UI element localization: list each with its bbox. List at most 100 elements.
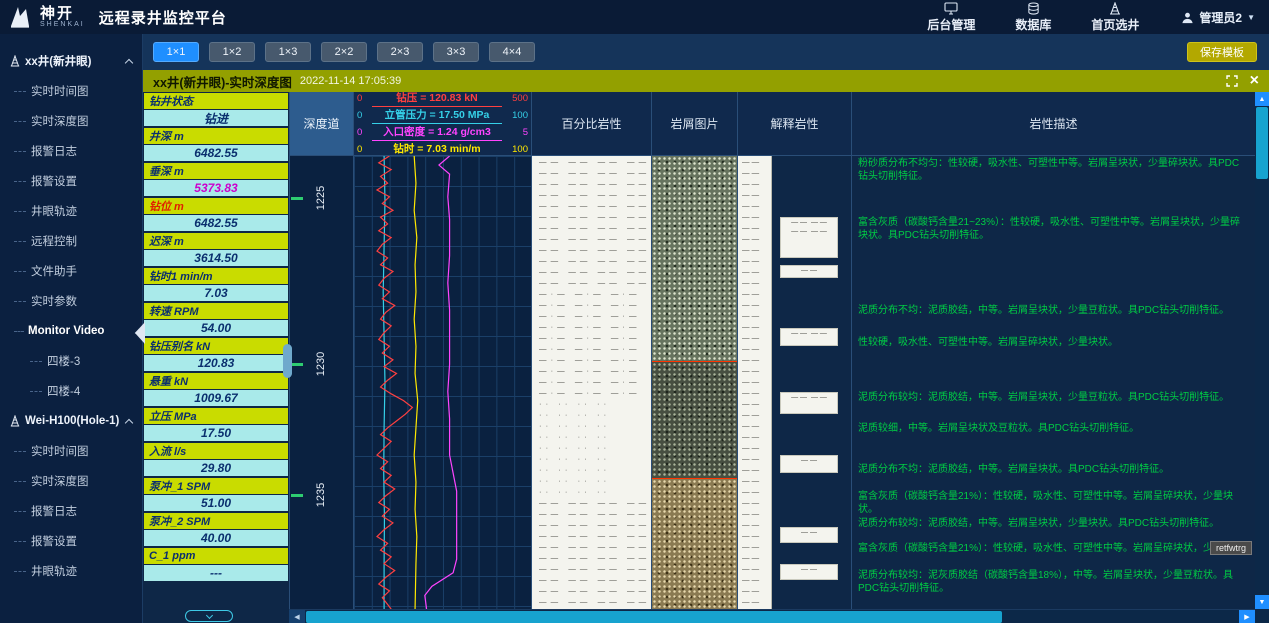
well-icon — [10, 415, 20, 427]
layout-button-2x2[interactable]: 2×2 — [321, 42, 367, 62]
lithology-pattern-row: — — — [738, 277, 771, 288]
sidebar-item[interactable]: 报警日志 — [0, 496, 142, 526]
lithology-pattern-row: — — — [738, 222, 771, 233]
sidebar-item[interactable]: 实时参数 — [0, 286, 142, 316]
parameter-value: 5373.83 — [144, 180, 288, 196]
parameter-value: 钻进 — [144, 110, 288, 126]
curve-scale-min: 0 — [357, 93, 372, 104]
chart-header-row: 深度道 0钻压 = 120.83 kN5000立管压力 = 17.50 MPa1… — [290, 92, 1255, 156]
lithology-pattern-row: — · — — · — — · — — [532, 387, 651, 398]
topnav-label: 数据库 — [1015, 16, 1051, 33]
topnav-item[interactable]: 首页选井 — [1091, 2, 1139, 33]
parameter-value: 17.50 — [144, 425, 288, 441]
curve-钻时 — [414, 156, 418, 609]
lithology-pattern-row: — — — [738, 156, 771, 167]
topnav-item[interactable]: 后台管理 — [927, 2, 975, 33]
sidebar-item-label: 报警设置 — [31, 173, 77, 189]
scroll-right-icon[interactable]: ▶ — [1239, 610, 1255, 623]
layout-button-1x1[interactable]: 1×1 — [153, 42, 199, 62]
sidebar-group-header[interactable]: xx井(新井眼) — [0, 46, 142, 76]
lithology-pattern-row: — · — — · — — · — — [532, 376, 651, 387]
sidebar-item[interactable]: 报警设置 — [0, 526, 142, 556]
cuttings-photo — [652, 156, 737, 362]
scroll-up-icon[interactable]: ▲ — [1255, 92, 1269, 106]
lithology-pattern-row: — — — [738, 244, 771, 255]
scroll-left-icon[interactable]: ◀ — [289, 610, 305, 623]
lithology-pattern-row: — — — — — — — — — [532, 508, 651, 519]
tree-connector — [14, 541, 26, 542]
fullscreen-icon[interactable] — [1226, 75, 1238, 87]
layout-button-1x2[interactable]: 1×2 — [209, 42, 255, 62]
sidebar-item[interactable]: 报警日志 — [0, 136, 142, 166]
sidebar-item[interactable]: 实时时间图 — [0, 76, 142, 106]
lithology-pattern-row: — — — — — — — — — [532, 497, 651, 508]
curve-headers: 0钻压 = 120.83 kN5000立管压力 = 17.50 MPa1000入… — [354, 92, 532, 156]
horizontal-scrollbar[interactable]: ◀ ▶ — [289, 609, 1255, 623]
sidebar-subitem-label: 四楼-4 — [47, 383, 80, 399]
sidebar-item[interactable]: 实时深度图 — [0, 466, 142, 496]
topnav-item[interactable]: 数据库 — [1015, 2, 1051, 33]
parameter-value: 6482.55 — [144, 145, 288, 161]
close-icon[interactable]: × — [1250, 73, 1259, 89]
params-collapse-handle[interactable] — [283, 344, 292, 378]
lithology-pattern-row: — · — — · — — · — — [532, 310, 651, 321]
lithology-pattern-row: — — — — — — — — — [532, 222, 651, 233]
save-template-button[interactable]: 保存模板 — [1187, 42, 1257, 62]
lithology-pattern-row: · · · · · · · · — [532, 431, 651, 442]
sidebar-item[interactable]: 文件助手 — [0, 256, 142, 286]
depth-tick: 1225 — [290, 192, 354, 206]
curve-track[interactable] — [354, 156, 532, 609]
horizontal-scroll-thumb[interactable] — [306, 611, 1002, 623]
sidebar-item[interactable]: 井眼轨迹 — [0, 556, 142, 586]
sidebar-collapse-handle[interactable] — [135, 322, 145, 344]
lithology-description: 泥质分布较均：泥灰质胶结（碳酸钙含量18%），中等。岩屑呈块状，少量豆粒状。具P… — [858, 570, 1243, 595]
sidebar-subitem[interactable]: 四楼-4 — [0, 376, 142, 406]
layout-button-3x3[interactable]: 3×3 — [433, 42, 479, 62]
layout-toolbar: 1×1 1×2 1×3 2×2 2×3 3×3 4×4 保存模板 — [143, 34, 1269, 70]
depth-chart: 深度道 0钻压 = 120.83 kN5000立管压力 = 17.50 MPa1… — [289, 92, 1255, 609]
sidebar-subitem[interactable]: 四楼-3 — [0, 346, 142, 376]
sidebar-item[interactable]: 实时时间图 — [0, 436, 142, 466]
interp-block: — — — [780, 564, 838, 580]
sidebar-subitem-label: 四楼-3 — [47, 353, 80, 369]
tree-connector — [14, 211, 26, 212]
layout-button-4x4[interactable]: 4×4 — [489, 42, 535, 62]
sidebar-item[interactable]: 井眼轨迹 — [0, 196, 142, 226]
depth-tick: 1230 — [290, 358, 354, 372]
sidebar-item[interactable]: 实时深度图 — [0, 106, 142, 136]
lithology-pattern-row: — — — — — — — — — [532, 530, 651, 541]
parameter-panel: 钻井状态钻进井深 m6482.55垂深 m5373.83钻位 m6482.55迟… — [143, 92, 289, 609]
lithology-pattern-row: — — — [738, 354, 771, 365]
tree-connector — [14, 241, 26, 242]
body-frame: xx井(新井眼)实时时间图实时深度图报警日志报警设置井眼轨迹远程控制文件助手实时… — [0, 34, 1269, 623]
lithology-pattern-row: — — — — — — — — — [532, 596, 651, 607]
curve-scale-min: 0 — [357, 127, 372, 138]
lithology-pattern-row: — — — [738, 178, 771, 189]
sidebar-subgroup-label: Monitor Video — [28, 325, 104, 337]
curve-入口密度 — [425, 156, 457, 609]
lithology-pattern-row: · · · · · · · · — [532, 398, 651, 409]
derrick-icon — [1109, 2, 1121, 15]
lithology-pattern-row: — — — — — — — — — [532, 277, 651, 288]
layout-button-1x3[interactable]: 1×3 — [265, 42, 311, 62]
params-scroll-widget[interactable] — [185, 610, 233, 622]
sidebar-subgroup-header[interactable]: Monitor Video — [0, 316, 142, 346]
brand: 神开 SHENKAI — [8, 5, 85, 29]
sidebar-item[interactable]: 远程控制 — [0, 226, 142, 256]
depth-chart-panel: xx井(新井眼)-实时深度图 2022-11-14 17:05:39 × 钻井状… — [143, 70, 1269, 623]
cuttings-photo — [652, 479, 737, 609]
layout-button-2x3[interactable]: 2×3 — [377, 42, 423, 62]
lithology-pattern-row: — — — — — — — — — [532, 211, 651, 222]
vertical-scroll-track[interactable] — [1255, 180, 1269, 595]
parameter-value: --- — [144, 565, 288, 581]
sidebar-group-header[interactable]: Wei-H100(Hole-1) — [0, 406, 142, 436]
sidebar-item[interactable]: 报警设置 — [0, 166, 142, 196]
user-menu[interactable]: 管理员2 ▼ — [1181, 9, 1255, 26]
percent-lithology-track: — — — — — — — —— — — — — — — —— — — — — … — [532, 156, 652, 609]
scroll-down-icon[interactable]: ▼ — [1255, 595, 1269, 609]
lithology-pattern-row: — — — [738, 508, 771, 519]
curve-scale-min: 0 — [357, 110, 372, 121]
vertical-scrollbar[interactable]: ▲ ▼ — [1255, 92, 1269, 609]
vertical-scroll-thumb[interactable] — [1256, 107, 1268, 179]
panel-title: xx井(新井眼)-实时深度图 — [153, 72, 292, 91]
